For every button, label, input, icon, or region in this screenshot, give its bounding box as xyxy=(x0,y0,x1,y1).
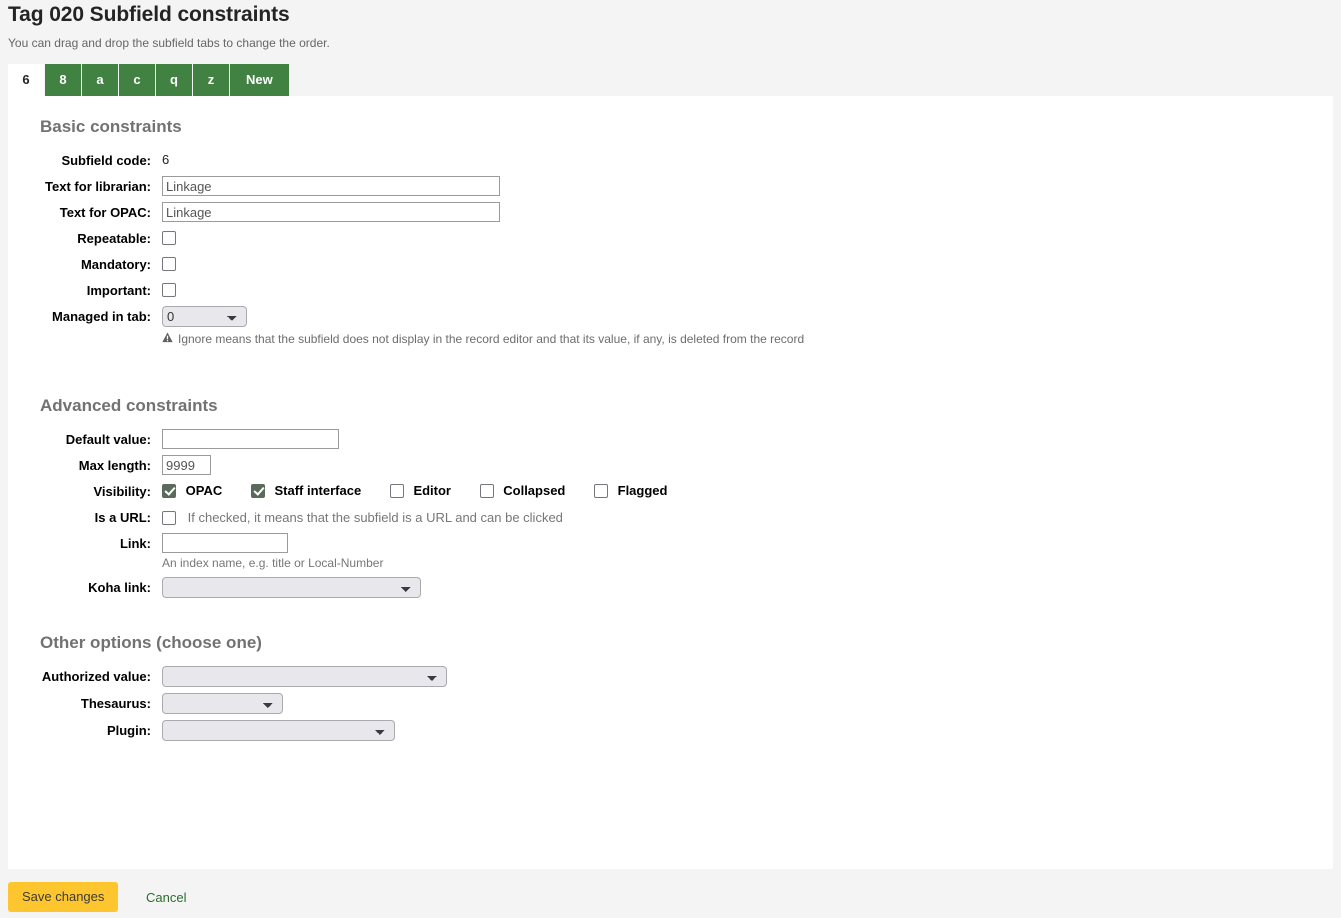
row-repeatable: Repeatable: xyxy=(8,228,1333,248)
important-checkbox[interactable] xyxy=(162,283,176,297)
row-plugin: Plugin: xyxy=(8,720,1333,741)
other-options-fields: Authorized value: Thesaurus: Plugin: xyxy=(8,666,1333,741)
text-for-librarian-input[interactable] xyxy=(162,176,500,196)
thesaurus-select[interactable] xyxy=(162,693,283,714)
visibility-collapsed: Collapsed xyxy=(479,483,566,500)
visibility-staff-interface-checkbox[interactable] xyxy=(250,484,265,498)
authorized-value-select[interactable] xyxy=(162,666,447,687)
row-subfield-code: Subfield code: 6 xyxy=(8,150,1333,170)
basic-constraints-fields: Subfield code: 6 Text for librarian: Tex… xyxy=(8,150,1333,347)
row-is-a-url: Is a URL: If checked, it means that the … xyxy=(8,507,1333,527)
visibility-label: Visibility: xyxy=(93,484,151,499)
subfield-tab-6[interactable]: 6 xyxy=(8,64,44,96)
subfield-tab-z[interactable]: z xyxy=(193,64,229,96)
row-link: Link: An index name, e.g. title or Local… xyxy=(8,533,1333,571)
subfield-tab-8[interactable]: 8 xyxy=(45,64,81,96)
warning-triangle-icon xyxy=(162,332,173,346)
link-label: Link: xyxy=(119,536,151,551)
row-max-length: Max length: xyxy=(8,455,1333,475)
row-mandatory: Mandatory: xyxy=(8,254,1333,274)
subfield-form-panel: Basic constraints Subfield code: 6 Text … xyxy=(8,96,1333,873)
basic-constraints-heading: Basic constraints xyxy=(40,117,182,136)
max-length-label: Max length: xyxy=(78,458,151,473)
subfield-tab-c[interactable]: c xyxy=(119,64,155,96)
default-value-input[interactable] xyxy=(162,429,339,449)
row-text-for-opac: Text for OPAC: xyxy=(8,202,1333,222)
section-spacer-1 xyxy=(8,353,1333,395)
authorized-value-label: Authorized value: xyxy=(41,669,151,684)
cancel-link[interactable]: Cancel xyxy=(146,890,186,905)
page-root: Tag 020 Subfield constraints You can dra… xyxy=(0,0,1341,918)
drag-drop-hint: You can drag and drop the subfield tabs … xyxy=(8,36,330,50)
visibility-staff-interface-label: Staff interface xyxy=(274,483,362,498)
link-input[interactable] xyxy=(162,533,288,553)
form-action-bar: Save changes Cancel xyxy=(0,869,1341,918)
visibility-options: OPAC Staff interface Editor Collapsed Fl… xyxy=(162,481,1333,500)
row-important: Important: xyxy=(8,280,1333,300)
save-changes-button[interactable]: Save changes xyxy=(8,882,119,912)
row-thesaurus: Thesaurus: xyxy=(8,693,1333,714)
text-for-opac-input[interactable] xyxy=(162,202,500,222)
row-authorized-value: Authorized value: xyxy=(8,666,1333,687)
text-for-opac-label: Text for OPAC: xyxy=(59,205,151,220)
section-spacer-2 xyxy=(8,604,1333,632)
subfield-tab-a[interactable]: a xyxy=(82,64,118,96)
subfield-tab-new[interactable]: New xyxy=(230,64,289,96)
link-help-text: An index name, e.g. title or Local-Numbe… xyxy=(162,556,384,570)
row-default-value: Default value: xyxy=(8,429,1333,449)
text-for-librarian-label: Text for librarian: xyxy=(45,179,151,194)
row-koha-link: Koha link: xyxy=(8,577,1333,598)
visibility-opac-label: OPAC xyxy=(185,483,223,498)
max-length-input[interactable] xyxy=(162,455,211,475)
plugin-label: Plugin: xyxy=(106,723,151,738)
mandatory-checkbox[interactable] xyxy=(162,257,176,271)
repeatable-checkbox[interactable] xyxy=(162,231,176,245)
repeatable-label: Repeatable: xyxy=(77,231,151,246)
advanced-constraints-heading: Advanced constraints xyxy=(40,396,218,415)
subfield-tabs: 6 8 a c q z New xyxy=(0,64,1341,96)
managed-in-tab-select[interactable]: 0 xyxy=(162,306,247,327)
other-options-heading: Other options (choose one) xyxy=(40,633,262,652)
is-a-url-label: Is a URL: xyxy=(94,510,151,525)
row-visibility: Visibility: OPAC Staff interface Editor … xyxy=(8,481,1333,501)
visibility-flagged-label: Flagged xyxy=(617,483,668,498)
visibility-opac-checkbox[interactable] xyxy=(162,484,176,498)
is-a-url-checkbox[interactable] xyxy=(162,511,176,525)
managed-in-tab-label: Managed in tab: xyxy=(52,309,151,324)
mandatory-label: Mandatory: xyxy=(80,257,151,272)
managed-in-tab-warning: Ignore means that the subfield does not … xyxy=(162,327,1333,347)
default-value-label: Default value: xyxy=(65,432,151,447)
row-managed-in-tab: Managed in tab: 0 Ignore means that the … xyxy=(8,306,1333,347)
visibility-editor-checkbox[interactable] xyxy=(389,484,404,498)
managed-in-tab-warning-text: Ignore means that the subfield does not … xyxy=(178,332,805,346)
important-label: Important: xyxy=(86,283,151,298)
row-text-for-librarian: Text for librarian: xyxy=(8,176,1333,196)
subfield-code-value: 6 xyxy=(162,152,170,167)
page-header: Tag 020 Subfield constraints You can dra… xyxy=(0,0,1341,50)
visibility-flagged-checkbox[interactable] xyxy=(594,484,608,498)
advanced-constraints-fields: Default value: Max length: Visibility: xyxy=(8,429,1333,598)
visibility-opac: OPAC xyxy=(162,483,222,500)
is-a-url-hint: If checked, it means that the subfield i… xyxy=(187,510,563,525)
visibility-editor: Editor xyxy=(389,483,451,500)
visibility-staff-interface: Staff interface xyxy=(250,483,362,500)
plugin-select[interactable] xyxy=(162,720,395,741)
visibility-flagged: Flagged xyxy=(594,483,667,500)
subfield-tab-q[interactable]: q xyxy=(156,64,192,96)
visibility-collapsed-label: Collapsed xyxy=(503,483,566,498)
page-title: Tag 020 Subfield constraints xyxy=(8,3,290,26)
subfield-code-label: Subfield code: xyxy=(61,153,151,168)
koha-link-select[interactable] xyxy=(162,577,421,598)
koha-link-label: Koha link: xyxy=(88,580,151,595)
visibility-editor-label: Editor xyxy=(413,483,451,498)
visibility-collapsed-checkbox[interactable] xyxy=(479,484,494,498)
thesaurus-label: Thesaurus: xyxy=(80,696,151,711)
